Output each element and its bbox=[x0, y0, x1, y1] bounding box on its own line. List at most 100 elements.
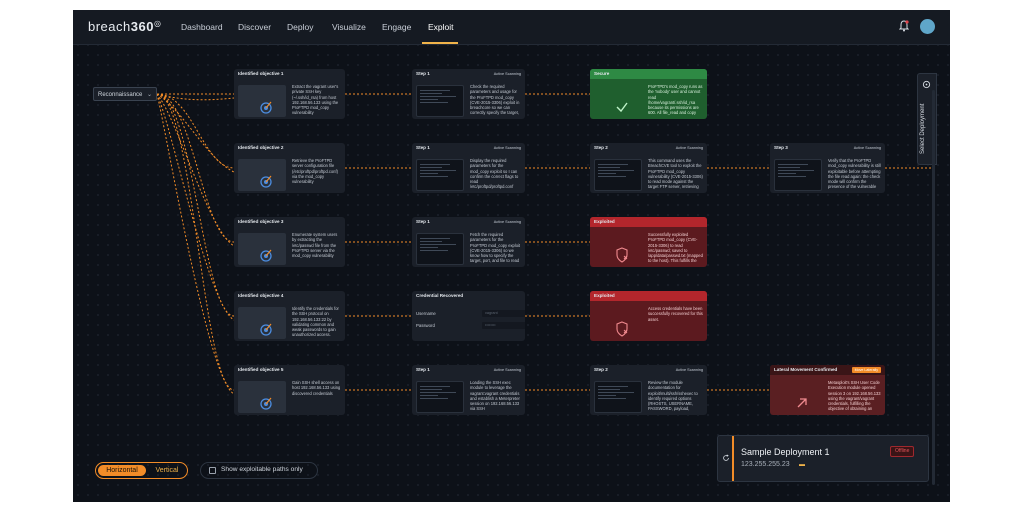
vertical-scrollbar[interactable] bbox=[932, 90, 935, 485]
step-card-2-2[interactable]: Step 2 Active Scanning This command uses … bbox=[590, 143, 707, 193]
broken-shield-icon bbox=[616, 247, 628, 263]
active-scanning-tag: Active Scanning bbox=[675, 146, 703, 150]
vertical-option[interactable]: Vertical bbox=[148, 465, 186, 476]
card-description: Fetch the required parameters for the Pr… bbox=[470, 232, 521, 264]
lateral-movement-card[interactable]: Lateral Movement Confirmed Move Laterall… bbox=[770, 365, 885, 415]
card-title: Identified objective 3 bbox=[238, 219, 284, 224]
nav-deploy[interactable]: Deploy bbox=[287, 22, 313, 32]
card-description: ProFTPD's mod_copy runs as the 'nobody' … bbox=[648, 84, 703, 116]
nav-dashboard[interactable]: Dashboard bbox=[181, 22, 223, 32]
card-description: Review the module documentation for expl… bbox=[648, 380, 698, 412]
nav-discover[interactable]: Discover bbox=[238, 22, 271, 32]
step-card-2-1[interactable]: Step 1 Active Scanning Display the requir… bbox=[412, 143, 525, 193]
nav-visualize[interactable]: Visualize bbox=[332, 22, 366, 32]
horizontal-option[interactable]: Horizontal bbox=[98, 465, 146, 476]
exploitable-paths-toggle[interactable]: Show exploitable paths only bbox=[200, 462, 318, 479]
objective-card-2[interactable]: Identified objective 2 Retrieve the ProF… bbox=[234, 143, 345, 193]
brand-text: breach bbox=[88, 19, 131, 34]
result-thumbnail bbox=[594, 85, 642, 117]
active-tab-indicator bbox=[422, 42, 458, 44]
card-description: Successfully exploited ProFTPD mod_copy … bbox=[648, 232, 703, 264]
step-card-2-3[interactable]: Step 3 Active Scanning Verify that the Pr… bbox=[770, 143, 885, 193]
avatar[interactable] bbox=[920, 19, 935, 34]
active-scanning-tag: Active Scanning bbox=[493, 72, 521, 76]
target-icon bbox=[260, 323, 272, 336]
objective-thumbnail bbox=[238, 85, 286, 117]
exploitable-checkbox[interactable] bbox=[209, 467, 216, 474]
card-title: Step 2 bbox=[594, 367, 608, 372]
exploitable-label: Show exploitable paths only bbox=[221, 466, 303, 473]
step-card-1-1[interactable]: Step 1 Active Scanning Check the required… bbox=[412, 69, 525, 119]
result-thumbnail bbox=[774, 381, 822, 413]
result-card-secure[interactable]: Secure ProFTPD's mod_copy runs as the 'n… bbox=[590, 69, 707, 119]
username-field: vagrant bbox=[482, 310, 525, 317]
objective-thumbnail bbox=[238, 381, 286, 413]
broken-shield-icon bbox=[616, 321, 628, 337]
top-navigation-bar: breach360◎ Dashboard Discover Deploy Vis… bbox=[73, 10, 950, 45]
card-description: Verify that the ProFTPD mod_copy vulnera… bbox=[828, 158, 881, 190]
terminal-thumbnail bbox=[594, 159, 642, 191]
deployment-panel[interactable]: Sample Deployment 1 123.255.255.23 ▬ Off… bbox=[717, 435, 929, 482]
app-window: breach360◎ Dashboard Discover Deploy Vis… bbox=[73, 10, 950, 502]
terminal-thumbnail bbox=[416, 233, 464, 265]
terminal-thumbnail bbox=[416, 85, 464, 117]
chevron-down-icon: ⌄ bbox=[146, 92, 152, 98]
deployment-name: Sample Deployment 1 bbox=[741, 447, 830, 457]
select-deployment-label: Select Deployment bbox=[920, 103, 926, 154]
result-thumbnail bbox=[594, 233, 642, 265]
active-scanning-tag: Active Scanning bbox=[493, 220, 521, 224]
card-title: Identified objective 4 bbox=[238, 293, 284, 298]
objective-card-4[interactable]: Identified objective 4 Identify the cred… bbox=[234, 291, 345, 341]
card-description: Gain SSH shell access on host 192.168.56… bbox=[292, 380, 341, 396]
password-label: Password bbox=[416, 323, 435, 328]
card-title: Step 1 bbox=[416, 367, 430, 372]
objective-thumbnail bbox=[238, 307, 286, 339]
terminal-thumbnail bbox=[416, 381, 464, 413]
target-icon bbox=[260, 249, 272, 262]
refresh-icon[interactable] bbox=[722, 454, 730, 462]
result-card-exploited-1[interactable]: Exploited Successfully exploited ProFTPD… bbox=[590, 217, 707, 267]
move-laterally-badge: Move Laterally bbox=[851, 367, 881, 373]
card-description: Display the required parameters for the … bbox=[470, 158, 519, 190]
active-scanning-tag: Active Scanning bbox=[493, 146, 521, 150]
nav-engage[interactable]: Engage bbox=[382, 22, 411, 32]
step-card-5-2[interactable]: Step 2 Active Scanning Review the module … bbox=[590, 365, 707, 415]
objective-card-3[interactable]: Identified objective 3 Enumerate system … bbox=[234, 217, 345, 267]
flag-icon: ▬ bbox=[799, 462, 805, 468]
card-title: Lateral Movement Confirmed bbox=[774, 367, 838, 372]
registered-mark: ◎ bbox=[153, 19, 162, 28]
card-description: Extract the vagrant user's private SSH k… bbox=[292, 84, 339, 116]
gear-icon bbox=[922, 80, 931, 89]
card-description: This command uses the BreachCVE tool to … bbox=[648, 158, 703, 190]
link-recon-obj5b bbox=[156, 93, 235, 395]
active-scanning-tag: Active Scanning bbox=[853, 146, 881, 150]
card-title: Identified objective 1 bbox=[238, 71, 284, 76]
card-title: Identified objective 2 bbox=[238, 145, 284, 150]
brand-logo[interactable]: breach360◎ bbox=[88, 19, 161, 34]
arrow-up-right-icon bbox=[797, 398, 807, 408]
bell-icon[interactable] bbox=[899, 20, 909, 32]
card-description: Check the required parameters and usage … bbox=[470, 84, 520, 116]
password-field: •••••••• bbox=[482, 322, 525, 329]
reconnaissance-dropdown[interactable]: Reconnaissance ⌄ bbox=[93, 87, 157, 101]
step-card-5-1[interactable]: Step 1 Active Scanning Loading the SSH ex… bbox=[412, 365, 525, 415]
step-card-3-1[interactable]: Step 1 Active Scanning Fetch the required… bbox=[412, 217, 525, 267]
credential-card[interactable]: Credential Recovered Username vagrant Pa… bbox=[412, 291, 525, 341]
target-icon bbox=[260, 397, 272, 410]
link-recon-obj3b bbox=[156, 93, 235, 247]
brand-text-bold: 360 bbox=[130, 19, 154, 34]
result-card-exploited-2[interactable]: Exploited Access credentials have been s… bbox=[590, 291, 707, 341]
terminal-thumbnail bbox=[774, 159, 822, 191]
card-title: Step 1 bbox=[416, 219, 430, 224]
card-title: Secure bbox=[590, 69, 707, 79]
status-badge: Offline bbox=[890, 446, 915, 457]
nav-exploit[interactable]: Exploit bbox=[428, 22, 454, 32]
objective-card-1[interactable]: Identified objective 1 Extract the vagra… bbox=[234, 69, 345, 119]
objective-card-5[interactable]: Identified objective 5 Gain SSH shell ac… bbox=[234, 365, 345, 415]
card-description: Identify the credentials for the SSH pro… bbox=[292, 306, 339, 338]
card-title: Credential Recovered bbox=[416, 293, 464, 298]
result-thumbnail bbox=[594, 307, 642, 339]
card-description: Loading the SSH exec module to leverage … bbox=[470, 380, 520, 412]
target-icon bbox=[260, 101, 272, 114]
card-description: Retrieve the ProFTPD server configuratio… bbox=[292, 158, 338, 185]
